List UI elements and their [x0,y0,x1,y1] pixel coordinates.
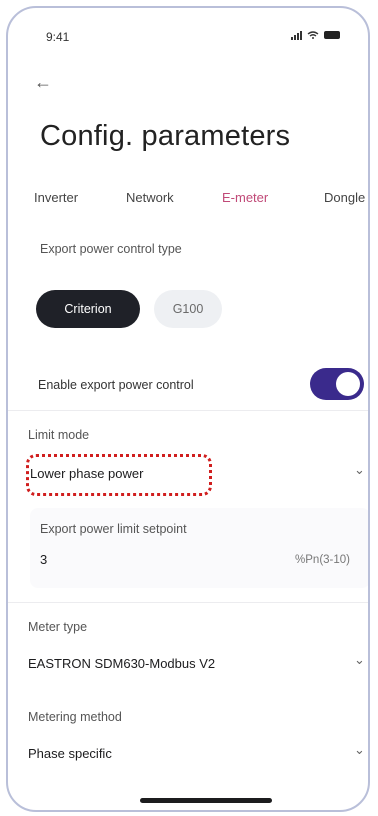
limit-mode-label: Limit mode [28,428,90,442]
tab-e-meter[interactable]: E-meter [222,190,268,205]
enable-export-label: Enable export power control [38,378,194,392]
status-icons [291,30,340,40]
meter-type-label: Meter type [28,620,88,634]
tab-inverter[interactable]: Inverter [34,190,78,205]
tab-network[interactable]: Network [126,190,174,205]
chevron-down-icon[interactable]: ⌄ [354,742,365,758]
setpoint-unit: %Pn(3-10) [295,554,350,566]
phone-screen: 9:41 ← Config. parameters Inverter Netwo… [6,6,370,812]
status-bar: 9:41 [8,8,368,48]
setpoint-label: Export power limit setpoint [40,522,187,536]
wifi-icon [307,31,319,39]
tab-dongle[interactable]: Dongle [324,190,365,205]
signal-icon [291,30,302,40]
back-arrow-icon[interactable]: ← [34,72,52,93]
metering-method-select[interactable]: Phase specific [28,746,112,761]
home-indicator [140,798,272,803]
page-title: Config. parameters [40,120,291,152]
enable-export-toggle[interactable] [310,368,364,400]
divider [8,602,368,603]
export-control-type-label: Export power control type [40,242,182,256]
meter-type-select[interactable]: EASTRON SDM630-Modbus V2 [28,656,215,671]
divider [8,410,368,411]
highlight-annotation [26,454,212,496]
setpoint-card: Export power limit setpoint 3 %Pn(3-10) [30,508,368,588]
toggle-knob [336,372,360,396]
battery-icon [324,31,340,39]
setpoint-input[interactable]: 3 [40,552,47,567]
chevron-down-icon[interactable]: ⌄ [354,652,365,668]
metering-method-label: Metering method [28,710,122,724]
criterion-option[interactable]: Criterion [36,290,140,328]
chevron-down-icon[interactable]: ⌄ [354,462,365,478]
status-time: 9:41 [46,30,70,44]
g100-option[interactable]: G100 [154,290,222,328]
